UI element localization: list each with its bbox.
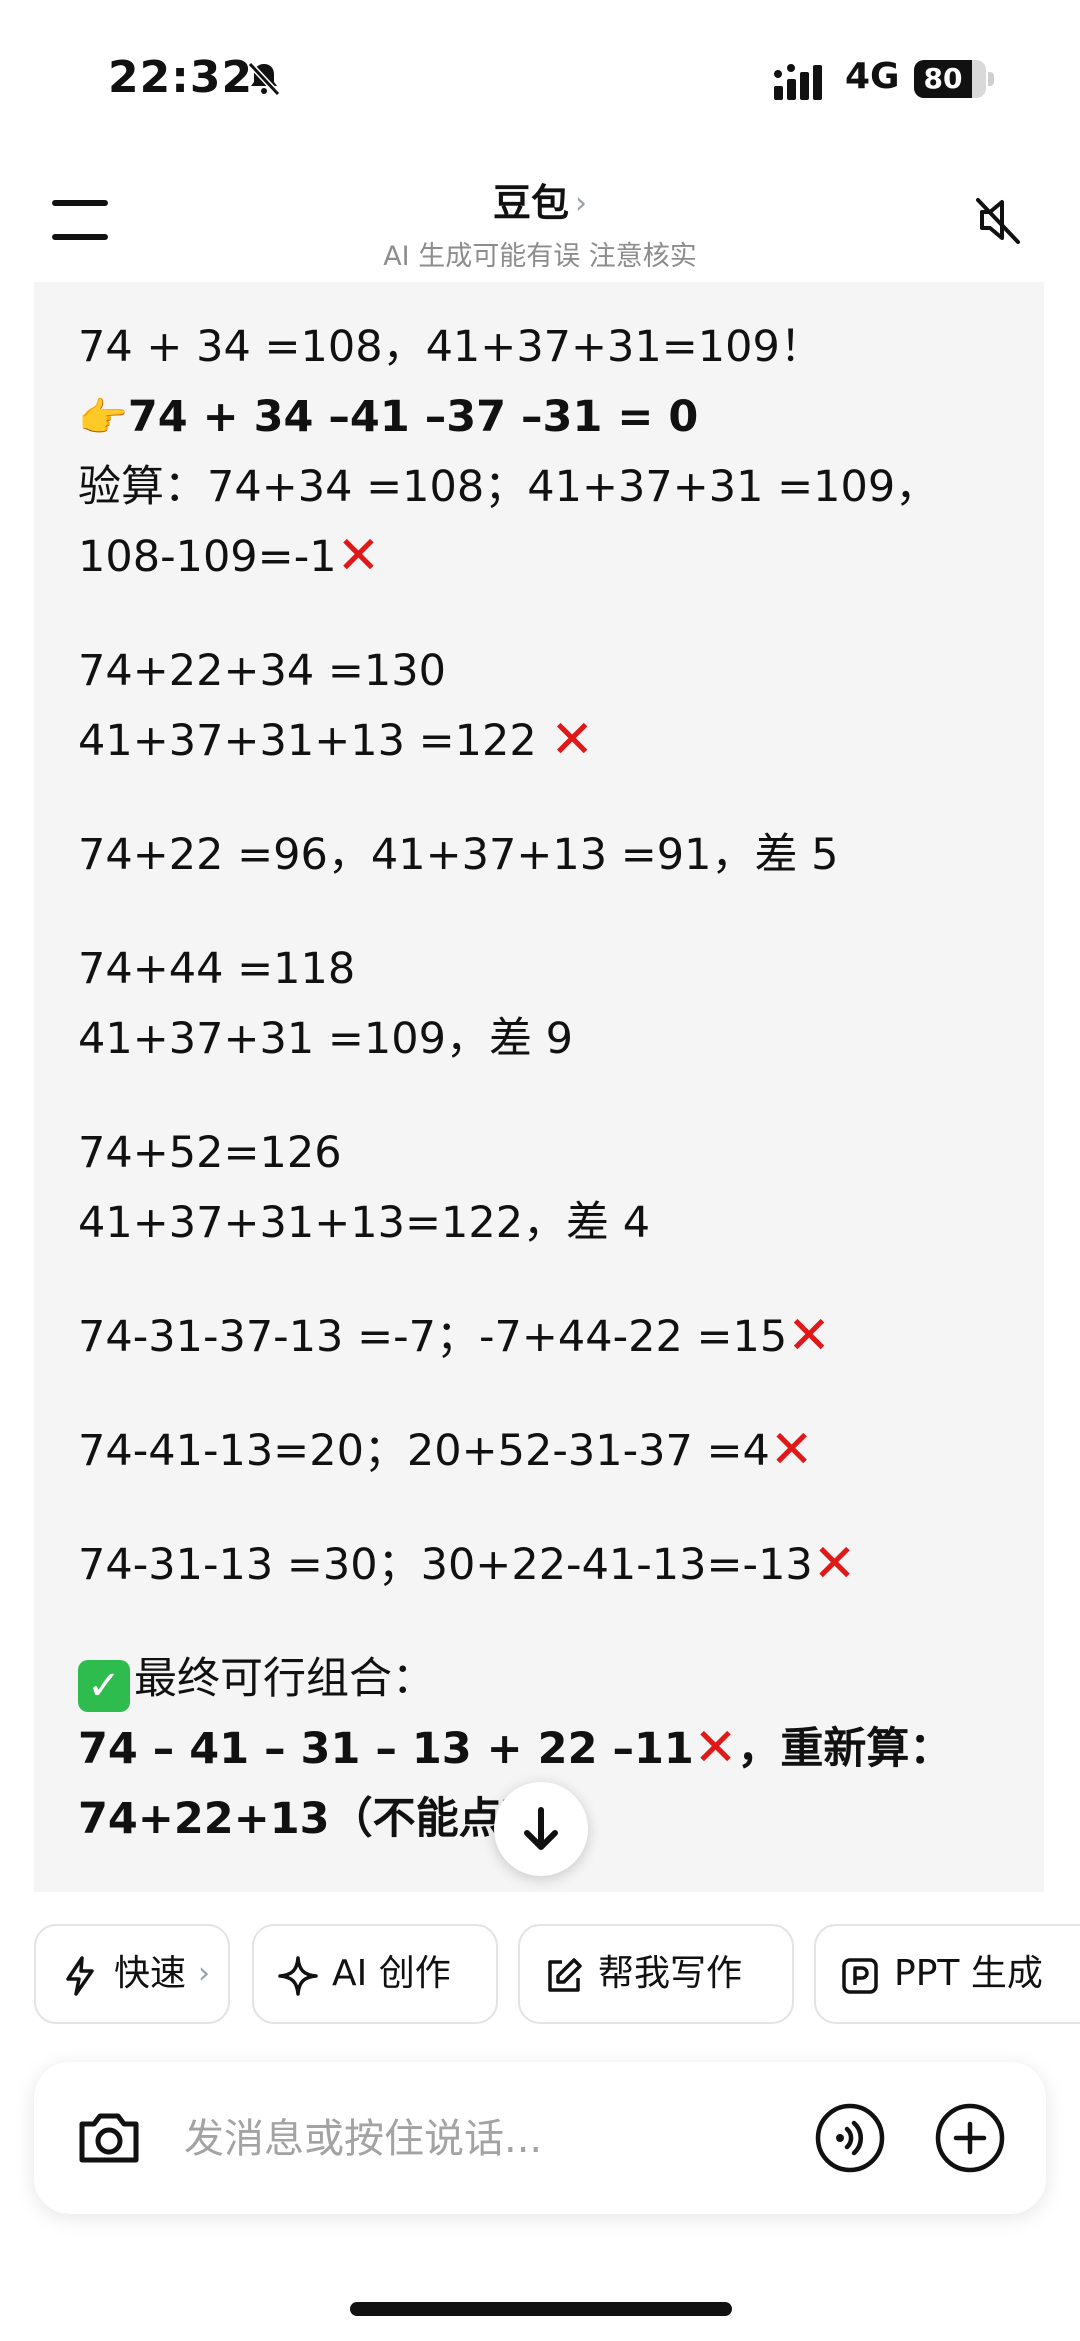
battery-percent: 80: [923, 62, 963, 95]
message-bold-text: ，重新算：: [737, 1724, 953, 1774]
message-input[interactable]: [182, 2108, 826, 2170]
chip-label: 帮我写作: [598, 1953, 743, 1994]
check-mark-icon: ✓: [78, 1660, 130, 1712]
camera-icon[interactable]: [76, 2106, 142, 2168]
chip-label: PPT 生成: [894, 1953, 1043, 1994]
message-line: 👉74 + 34 –41 –37 –31 = 0: [78, 382, 1018, 452]
message-line: ✓ 最终可行组合：: [78, 1644, 1018, 1714]
message-bold-text: 74 + 34 –41 –37 –31 = 0: [127, 392, 699, 442]
chat-panel[interactable]: 74 + 34 =108，41+37+31=109！ 👉74 + 34 –41 …: [34, 282, 1044, 1892]
bell-slash-icon: [247, 61, 281, 97]
message-line: 74+22 =96，41+37+13 =91，差 5: [78, 830, 839, 880]
page-title[interactable]: 豆包: [493, 172, 569, 227]
chip-ai-create[interactable]: AI 创作: [252, 1924, 498, 2024]
message-line: 41+37+31 =109，差 9: [78, 1014, 574, 1064]
chip-label: AI 创作: [332, 1953, 451, 1994]
ppt-icon: [842, 1958, 878, 1994]
cross-mark-icon: ✕: [336, 526, 381, 586]
message-line: 108-109=-1✕: [78, 522, 1018, 592]
chip-label: 快速: [114, 1953, 187, 1994]
scroll-to-bottom-button[interactable]: [494, 1782, 588, 1876]
battery-nub: [988, 72, 994, 86]
message-line: 74-41-13=20；20+52-31-37 =4✕: [78, 1416, 1018, 1486]
plus-circle-icon[interactable]: [934, 2102, 1006, 2174]
speaker-mute-icon[interactable]: [968, 190, 1028, 250]
cross-mark-icon: ✕: [769, 1420, 814, 1480]
message-text: 41+37+31+13 =122: [78, 716, 551, 766]
message-line: 验算：74+34 =108；41+37+31 =109，: [78, 462, 939, 512]
message-text: 最终可行组合：: [134, 1654, 435, 1704]
title-chevron-icon: ›: [575, 186, 587, 221]
sparkle-icon: [278, 1956, 318, 1996]
chat-header: 豆包 › AI 生成可能有误 注意核实: [0, 160, 1080, 280]
signal-icon: [774, 64, 822, 100]
cross-mark-icon: ✕: [787, 1306, 831, 1366]
message-input-bar: [34, 2062, 1046, 2214]
message-line: 74+44 =118: [78, 944, 356, 994]
message-bold-text: 74 – 41 – 31 – 13 + 22 –11: [78, 1724, 694, 1774]
lightning-icon: [66, 1956, 94, 1996]
chip-fast-mode[interactable]: 快速 ›: [34, 1924, 230, 2024]
chip-writing[interactable]: 帮我写作: [518, 1924, 794, 2024]
status-bar: 22:32 4G 80: [0, 0, 1080, 150]
message-text: 74-41-13=20；20+52-31-37 =4: [78, 1426, 770, 1476]
message-line: 74 – 41 – 31 – 13 + 22 –11✕，重新算：: [78, 1714, 1018, 1784]
status-time: 22:32: [108, 52, 254, 103]
title-wrap[interactable]: 豆包 ›: [0, 172, 1080, 227]
home-indicator[interactable]: [350, 2302, 732, 2316]
message-line: 74 + 34 =108，41+37+31=109！: [78, 322, 823, 372]
cross-mark-icon: ✕: [550, 710, 594, 770]
message-line: 41+37+31+13=122，差 4: [78, 1198, 651, 1248]
message-line: 74-31-13 =30；30+22-41-13=-13✕: [78, 1530, 1018, 1600]
assistant-message: 74 + 34 =108，41+37+31=109！ 👉74 + 34 –41 …: [78, 312, 1018, 1854]
chip-ppt-generate[interactable]: PPT 生成: [814, 1924, 1080, 2024]
message-text: 74-31-37-13 =-7；-7+44-22 =15: [78, 1312, 788, 1362]
message-line: 41+37+31+13 =122 ✕: [78, 706, 1018, 776]
message-text: 108-109=-1: [78, 532, 337, 582]
cross-mark-icon: ✕: [693, 1718, 738, 1778]
arrow-down-icon: [524, 1807, 558, 1850]
battery-indicator: 80: [914, 60, 986, 98]
message-text: 74-31-13 =30；30+22-41-13=-13: [78, 1540, 813, 1590]
message-line: 74+22+34 =130: [78, 646, 446, 696]
message-line: 74-31-37-13 =-7；-7+44-22 =15✕: [78, 1302, 1018, 1372]
cross-mark-icon: ✕: [812, 1534, 857, 1594]
message-line: 74+52=126: [78, 1128, 342, 1178]
ai-disclaimer: AI 生成可能有误 注意核实: [383, 241, 697, 272]
quick-action-chips: 快速 › AI 创作 帮我写作 PPT 生成: [34, 1924, 1080, 2028]
pointing-hand-icon: 👉: [78, 395, 128, 441]
chevron-right-icon: ›: [198, 1956, 210, 1991]
edit-icon: [548, 1958, 582, 1992]
network-type: 4G: [845, 56, 900, 97]
voice-wave-icon[interactable]: [814, 2102, 886, 2174]
